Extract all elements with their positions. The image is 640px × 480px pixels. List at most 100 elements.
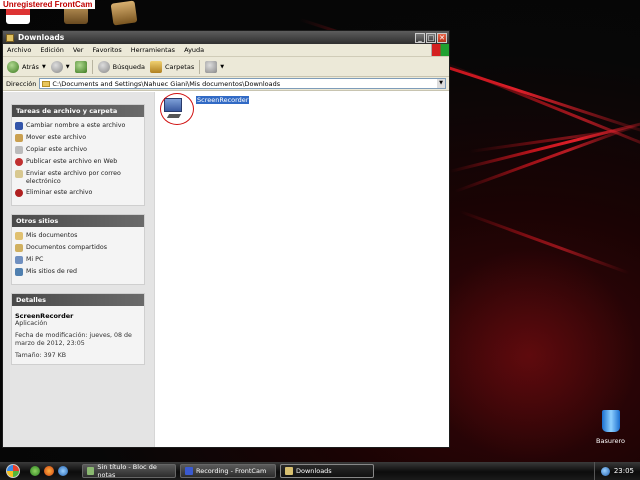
- details-modified: Fecha de modificación: jueves, 08 de mar…: [15, 332, 132, 347]
- file-name: ScreenRecorder: [196, 96, 250, 104]
- computer-icon: [15, 256, 23, 264]
- menu-item-edicion[interactable]: Edición: [40, 46, 64, 54]
- recycle-bin-label[interactable]: Basurero: [596, 437, 625, 445]
- wallpaper-streak: [449, 116, 640, 173]
- forward-button[interactable]: ▼: [50, 60, 70, 73]
- file-list[interactable]: ScreenRecorder: [155, 92, 449, 447]
- menu-item-ver[interactable]: Ver: [73, 46, 84, 54]
- task-delete[interactable]: Eliminar este archivo: [15, 189, 141, 197]
- chevron-down-icon: ▼: [41, 63, 46, 70]
- windows-logo-icon: [431, 44, 449, 56]
- close-button[interactable]: ✕: [437, 32, 447, 43]
- address-bar: Dirección C:\Documents and Settings\Nahu…: [3, 77, 449, 91]
- place-my-computer[interactable]: Mi PC: [15, 256, 141, 264]
- up-button[interactable]: [74, 60, 87, 73]
- place-network[interactable]: Mis sitios de red: [15, 268, 141, 276]
- menu-item-herramientas[interactable]: Herramientas: [131, 46, 175, 54]
- folders-icon: [149, 60, 162, 73]
- forward-arrow-icon: [50, 60, 63, 73]
- search-button[interactable]: Búsqueda: [97, 60, 145, 73]
- views-button[interactable]: ▼: [205, 60, 224, 73]
- network-status-icon[interactable]: [600, 466, 610, 476]
- details-size: Tamaño: 397 KB: [15, 352, 67, 359]
- taskbar-button-notepad[interactable]: Sin título - Bloc de notas: [82, 463, 176, 479]
- file-tasks-header[interactable]: Tareas de archivo y carpeta: [12, 105, 144, 117]
- minimize-button[interactable]: _: [415, 32, 425, 43]
- my-documents-icon: [15, 232, 23, 240]
- wallpaper-streak: [469, 126, 639, 153]
- menu-item-archivo[interactable]: Archivo: [7, 46, 31, 54]
- address-input[interactable]: C:\Documents and Settings\Nahuec Giani\M…: [39, 78, 446, 89]
- place-label: Mis documentos: [26, 232, 78, 239]
- folders-button[interactable]: Carpetas: [149, 60, 194, 73]
- window-title: Downloads: [18, 33, 65, 42]
- search-label: Búsqueda: [112, 62, 145, 71]
- task-move[interactable]: Mover este archivo: [15, 134, 141, 142]
- other-places-panel: Otros sitios Mis documentos Documentos c…: [11, 214, 145, 285]
- taskbar-button-downloads[interactable]: Downloads: [280, 464, 374, 478]
- folder-icon: [285, 467, 293, 475]
- place-label: Documentos compartidos: [26, 244, 107, 251]
- details-header[interactable]: Detalles: [12, 294, 144, 306]
- address-label: Dirección: [6, 79, 37, 88]
- task-label: Cambiar nombre a este archivo: [26, 122, 126, 129]
- task-publish-web[interactable]: Publicar este archivo en Web: [15, 158, 141, 166]
- back-button[interactable]: Atrás ▼: [7, 60, 46, 73]
- wallpaper-streak: [439, 60, 640, 161]
- ie-icon[interactable]: [58, 466, 68, 476]
- place-label: Mis sitios de red: [26, 268, 78, 275]
- application-icon: [160, 93, 194, 125]
- start-button[interactable]: [0, 462, 26, 480]
- taskbar-button-label: Recording - FrontCam: [196, 467, 267, 475]
- details-file-name: ScreenRecorder: [15, 312, 74, 320]
- delete-icon: [15, 189, 23, 197]
- clock[interactable]: 23:05: [614, 467, 634, 475]
- maximize-button[interactable]: □: [426, 32, 436, 43]
- other-places-header[interactable]: Otros sitios: [12, 215, 144, 227]
- recycle-bin-icon[interactable]: [598, 408, 624, 432]
- back-arrow-icon: [7, 60, 19, 73]
- folder-icon: [6, 33, 14, 42]
- window-content: Tareas de archivo y carpeta Cambiar nomb…: [3, 92, 449, 447]
- task-label: Publicar este archivo en Web: [26, 158, 118, 165]
- folder-icon: [42, 80, 51, 87]
- place-label: Mi PC: [26, 256, 44, 263]
- window-titlebar[interactable]: Downloads _ □ ✕: [3, 31, 449, 44]
- copy-icon: [15, 146, 23, 154]
- taskbar-button-label: Sin título - Bloc de notas: [97, 463, 157, 479]
- system-tray: 23:05: [593, 462, 640, 480]
- details-file-type: Aplicación: [15, 320, 48, 327]
- package-icon[interactable]: [110, 0, 138, 26]
- task-rename[interactable]: Cambiar nombre a este archivo: [15, 122, 141, 130]
- folder-up-icon: [74, 60, 87, 73]
- frontcam-icon: [185, 467, 193, 475]
- quicklaunch-icon[interactable]: [30, 466, 40, 476]
- menu-item-ayuda[interactable]: Ayuda: [184, 46, 204, 54]
- place-shared-documents[interactable]: Documentos compartidos: [15, 244, 141, 252]
- watermark-text: Unregistered FrontCam: [0, 0, 96, 9]
- address-dropdown-button[interactable]: ▼: [437, 79, 445, 88]
- place-my-documents[interactable]: Mis documentos: [15, 232, 141, 240]
- search-icon: [97, 60, 110, 73]
- toolbar-separator: [91, 59, 93, 74]
- red-circle-annotation: [160, 93, 194, 125]
- toolbar-separator: [199, 59, 201, 74]
- rename-icon: [15, 122, 23, 130]
- taskbar: Sin título - Bloc de notas Recording - F…: [0, 462, 640, 480]
- windows-logo-icon: [6, 464, 20, 478]
- task-label: Copiar este archivo: [26, 146, 88, 153]
- web-publish-icon: [15, 158, 23, 166]
- views-icon: [205, 60, 218, 73]
- menu-bar: Archivo Edición Ver Favoritos Herramient…: [3, 44, 449, 57]
- notepad-icon: [87, 467, 95, 475]
- menu-item-favoritos[interactable]: Favoritos: [92, 46, 121, 54]
- task-label: Mover este archivo: [26, 134, 87, 141]
- address-value: C:\Documents and Settings\Nahuec Giani\M…: [52, 79, 281, 88]
- file-item[interactable]: ScreenRecorder: [160, 93, 250, 125]
- task-label: Enviar este archivo por correo electróni…: [26, 170, 121, 185]
- taskbar-button-frontcam[interactable]: Recording - FrontCam: [180, 464, 276, 478]
- task-email[interactable]: Enviar este archivo por correo electróni…: [15, 170, 141, 185]
- firefox-icon[interactable]: [44, 466, 54, 476]
- shared-folder-icon: [15, 244, 23, 252]
- task-copy[interactable]: Copiar este archivo: [15, 146, 141, 154]
